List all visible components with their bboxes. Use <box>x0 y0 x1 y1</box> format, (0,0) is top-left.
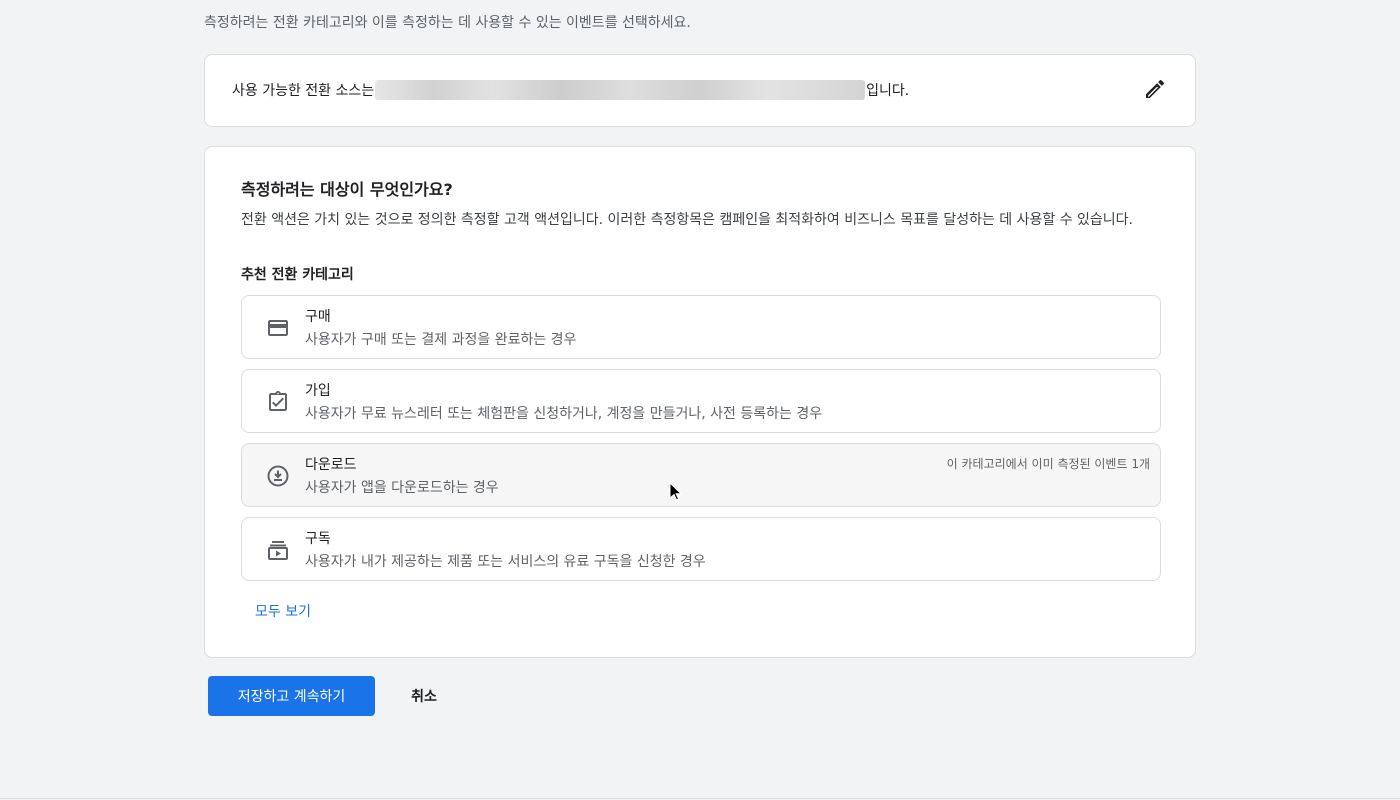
option-description: 사용자가 무료 뉴스레터 또는 체험판을 신청하거나, 계정을 만들거나, 사전… <box>305 406 823 422</box>
category-option-download[interactable]: 다운로드 사용자가 앱을 다운로드하는 경우 이 카테고리에서 이미 측정된 이… <box>241 443 1161 507</box>
option-description: 사용자가 내가 제공하는 제품 또는 서비스의 유료 구독을 신청한 경우 <box>305 554 706 570</box>
credit-card-icon <box>268 320 288 336</box>
option-title: 가입 <box>305 383 331 399</box>
conversion-category-card: 측정하려는 대상이 무엇인가요? 전환 액션은 가치 있는 것으로 정의한 측정… <box>204 146 1196 658</box>
category-option-signup[interactable]: 가입 사용자가 무료 뉴스레터 또는 체험판을 신청하거나, 계정을 만들거나,… <box>241 369 1161 433</box>
source-prefix: 사용 가능한 전환 소스는 <box>232 83 375 99</box>
page: 측정하려는 전환 카테고리와 이를 측정하는 데 사용할 수 있는 이벤트를 선… <box>0 0 1400 800</box>
conversion-source-row: 사용 가능한 전환 소스는 입니다. <box>232 80 909 100</box>
edit-source-button[interactable] <box>1143 77 1167 101</box>
card-title: 측정하려는 대상이 무엇인가요? <box>241 180 453 199</box>
source-suffix: 입니다. <box>866 83 910 99</box>
save-and-continue-button[interactable]: 저장하고 계속하기 <box>208 676 375 716</box>
option-title: 다운로드 <box>305 457 357 473</box>
subscriptions-icon <box>268 541 288 560</box>
intro-text: 측정하려는 전환 카테고리와 이를 측정하는 데 사용할 수 있는 이벤트를 선… <box>204 15 691 31</box>
cancel-button[interactable]: 취소 <box>396 676 452 716</box>
category-option-purchase[interactable]: 구매 사용자가 구매 또는 결제 과정을 완료하는 경우 <box>241 295 1161 359</box>
redacted-source-name <box>375 80 866 100</box>
clipboard-check-icon <box>269 391 287 411</box>
pencil-icon <box>1146 79 1165 98</box>
option-note: 이 카테고리에서 이미 측정된 이벤트 1개 <box>946 457 1150 471</box>
conversion-source-card: 사용 가능한 전환 소스는 입니다. <box>204 54 1196 127</box>
mouse-pointer-icon <box>669 482 683 501</box>
view-all-link[interactable]: 모두 보기 <box>255 601 311 621</box>
bottom-divider <box>0 798 1400 799</box>
download-circle-icon <box>267 465 289 487</box>
category-option-subscribe[interactable]: 구독 사용자가 내가 제공하는 제품 또는 서비스의 유료 구독을 신청한 경우 <box>241 517 1161 581</box>
option-description: 사용자가 구매 또는 결제 과정을 완료하는 경우 <box>305 332 577 348</box>
recommended-categories-label: 추천 전환 카테고리 <box>241 267 354 283</box>
option-title: 구매 <box>305 309 331 325</box>
option-description: 사용자가 앱을 다운로드하는 경우 <box>305 480 499 496</box>
card-description: 전환 액션은 가치 있는 것으로 정의한 측정할 고객 액션입니다. 이러한 측… <box>241 212 1134 228</box>
option-title: 구독 <box>305 531 331 547</box>
